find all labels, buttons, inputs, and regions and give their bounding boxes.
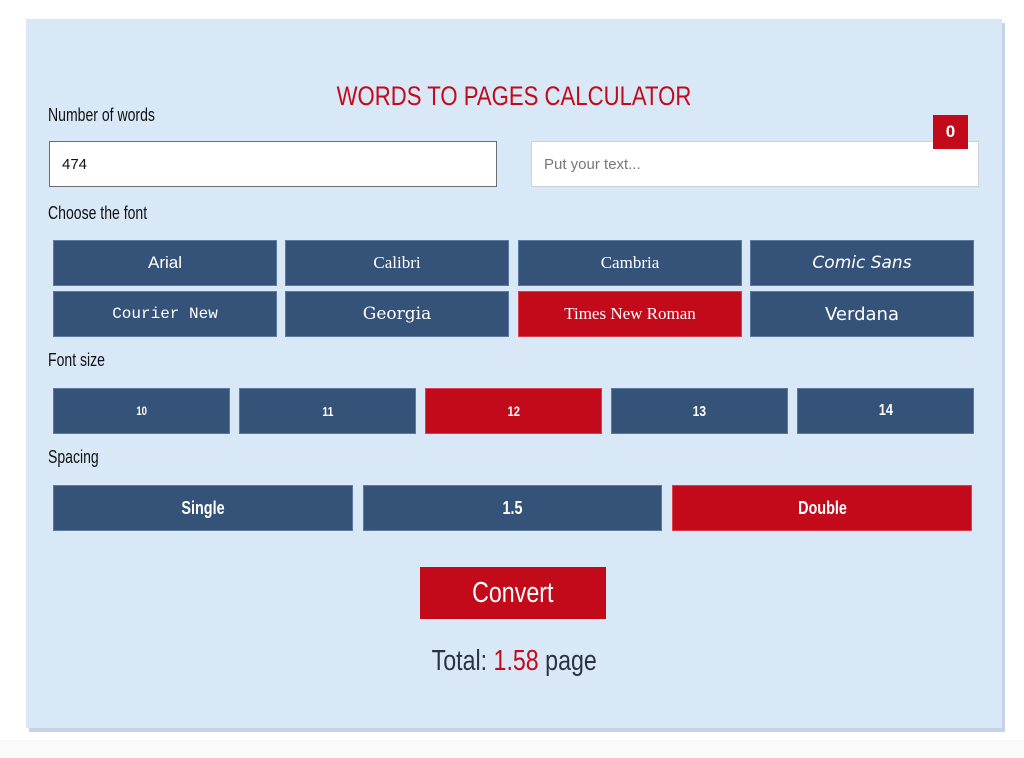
font-option-arial[interactable]: Arial <box>53 240 277 286</box>
convert-button[interactable]: Convert <box>420 567 606 619</box>
font-size-option-label: 14 <box>878 402 893 419</box>
spacing-option-single[interactable]: Single <box>53 485 353 531</box>
page-title: WORDS TO PAGES CALCULATOR <box>336 81 692 111</box>
text-input[interactable]: Put your text... <box>531 141 979 187</box>
spacing-option-label: Double <box>797 497 847 518</box>
font-option-comic-sans[interactable]: Comic Sans <box>750 240 974 286</box>
font-size-option-label: 13 <box>692 402 707 420</box>
font-option-label: Comic Sans <box>812 253 912 273</box>
font-size-option-label: 11 <box>322 403 333 419</box>
font-size-option-label: 10 <box>136 404 147 418</box>
font-size-label: Font size <box>48 350 105 370</box>
font-option-label: Calibri <box>373 253 421 272</box>
font-label: Choose the font <box>48 203 148 223</box>
font-size-option-label: 12 <box>507 403 520 419</box>
spacing-label: Spacing <box>48 447 99 467</box>
font-option-label: Times New Roman <box>564 304 696 323</box>
result-prefix: Total: <box>431 645 487 677</box>
font-option-label: Courier New <box>112 305 218 323</box>
font-size-option-10[interactable]: 10 <box>53 388 230 434</box>
font-size-option-14[interactable]: 14 <box>797 388 974 434</box>
page-footer-area <box>0 740 1024 758</box>
spacing-option-label: Single <box>181 497 225 518</box>
words-label: Number of words <box>48 105 155 125</box>
font-size-option-11[interactable]: 11 <box>239 388 416 434</box>
calculator-panel: WORDS TO PAGES CALCULATOR Number of word… <box>26 19 1002 728</box>
spacing-option-double[interactable]: Double <box>672 485 972 531</box>
spacing-option-label: 1.5 <box>502 497 523 518</box>
spacing-option-1-5[interactable]: 1.5 <box>363 485 662 531</box>
words-input[interactable]: 474 <box>49 141 497 187</box>
font-option-times-new-roman[interactable]: Times New Roman <box>518 291 742 337</box>
font-option-verdana[interactable]: Verdana <box>750 291 974 337</box>
word-count-badge: 0 <box>933 115 968 149</box>
font-size-option-13[interactable]: 13 <box>611 388 788 434</box>
font-option-label: Cambria <box>600 253 660 272</box>
result-unit: page <box>544 645 597 677</box>
font-option-label: Verdana <box>825 303 899 325</box>
font-option-cambria[interactable]: Cambria <box>518 240 742 286</box>
convert-button-label: Convert <box>472 576 554 609</box>
result-value: 1.58 <box>493 645 539 677</box>
font-option-georgia[interactable]: Georgia <box>285 291 509 337</box>
font-size-option-12[interactable]: 12 <box>425 388 602 434</box>
font-option-label: Arial <box>147 253 182 272</box>
font-option-calibri[interactable]: Calibri <box>285 240 509 286</box>
result-total: Total: 1.58 page <box>26 645 1002 678</box>
font-option-courier-new[interactable]: Courier New <box>53 291 277 337</box>
font-option-label: Georgia <box>362 304 432 324</box>
